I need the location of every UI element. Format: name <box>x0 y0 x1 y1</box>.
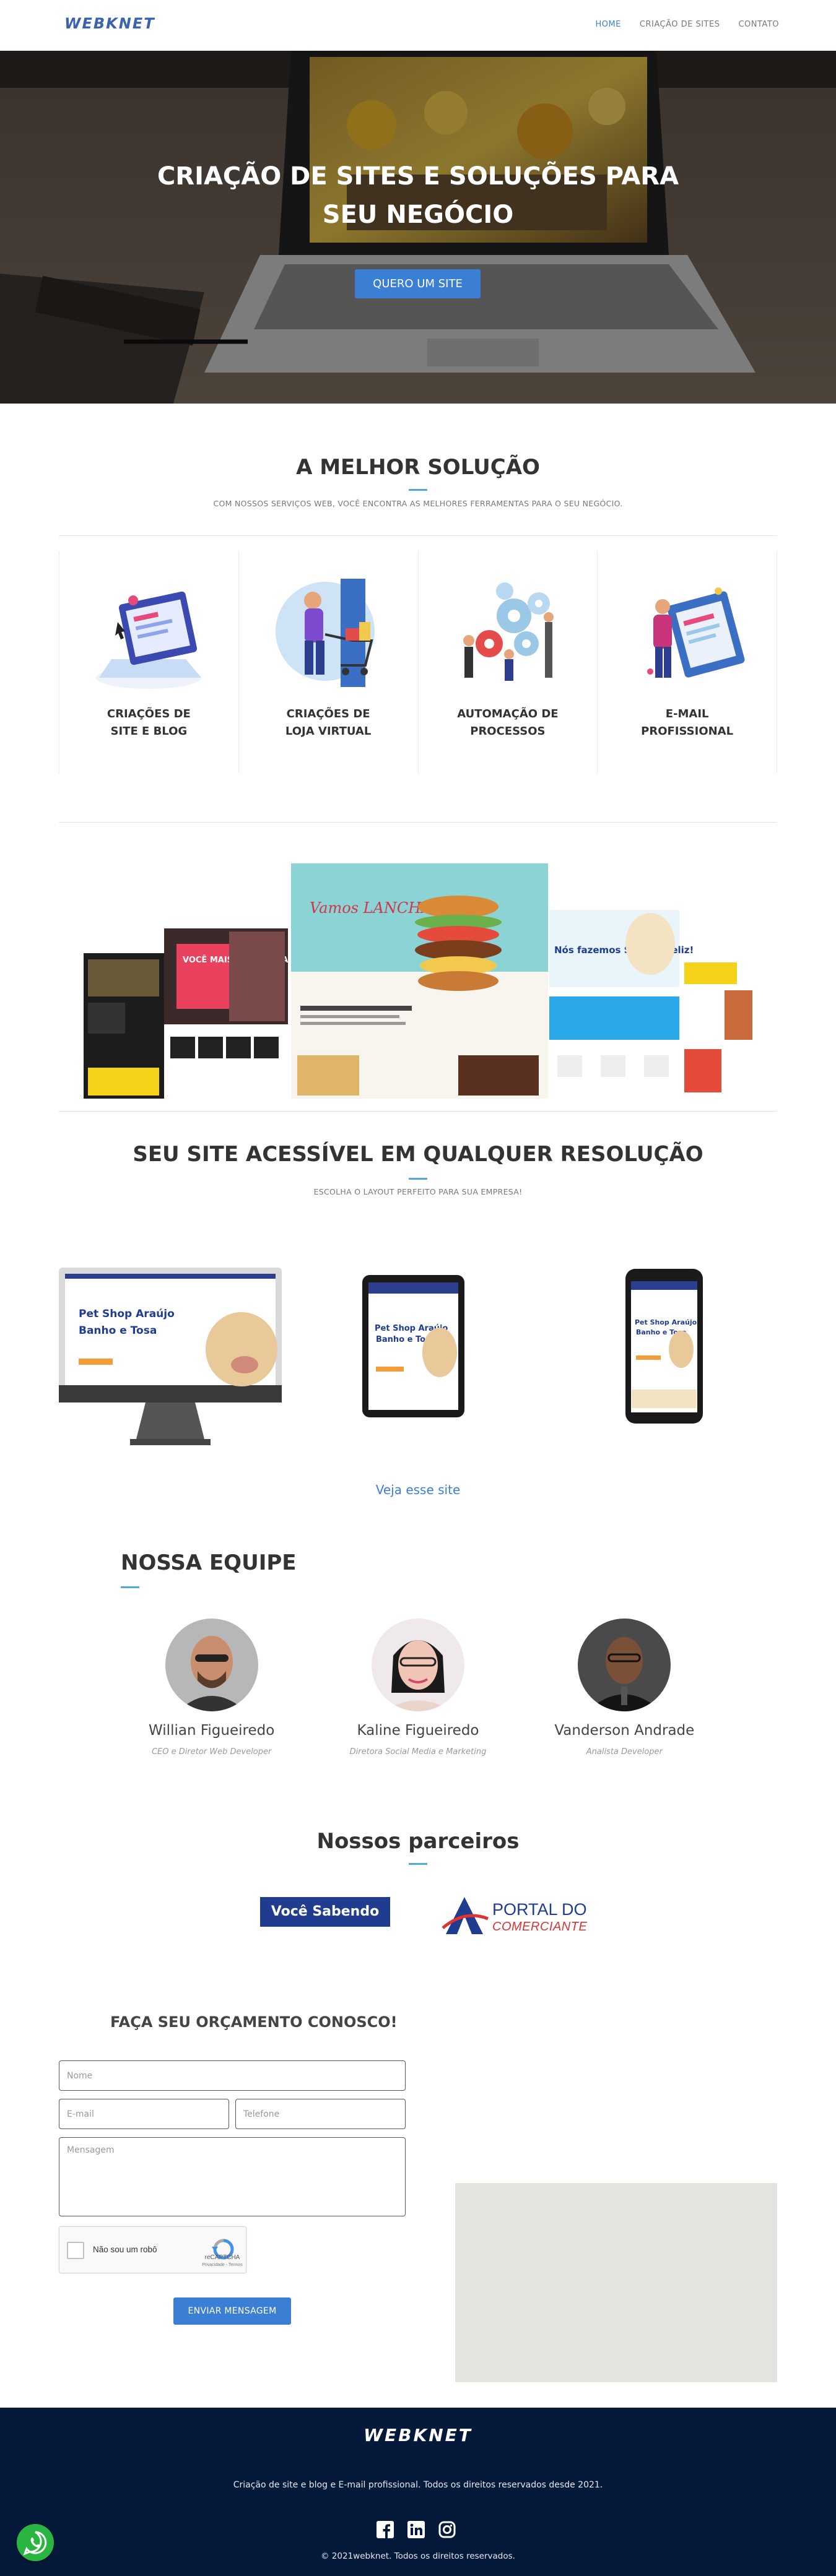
logo[interactable]: WEBKNET <box>64 15 155 32</box>
phone-input[interactable] <box>235 2099 406 2129</box>
phone-title-1: Pet Shop Araújo <box>635 1318 697 1326</box>
solutions-subtitle: COM NOSSOS SERVIÇOS WEB, VOCÊ ENCONTRA A… <box>213 499 623 508</box>
partner-portal-do-comerciante-logo[interactable]: PORTAL DO COMERCIANTE <box>440 1894 588 1937</box>
quero-um-site-button[interactable]: QUERO UM SITE <box>355 269 481 298</box>
responsive-subtitle: ESCOLHA O LAYOUT PERFEITO PARA SUA EMPRE… <box>313 1187 523 1196</box>
monitor-title-1: Pet Shop Araújo <box>79 1308 175 1320</box>
partner-name-line1: PORTAL DO <box>492 1900 587 1919</box>
service-automacao[interactable]: AUTOMAÇÃO DE PROCESSOS <box>417 551 598 774</box>
monitor-title-2: Banho e Tosa <box>79 1325 157 1337</box>
team-list: Willian Figueiredo CEO e Diretor Web Dev… <box>108 1619 728 1767</box>
nav-criacao-de-sites[interactable]: CRIAÇÃO DE SITES <box>640 20 720 29</box>
solutions-title: A MELHOR SOLUÇÃO <box>296 455 540 480</box>
title-underline <box>121 1586 139 1588</box>
title-underline <box>409 489 427 491</box>
title-underline <box>409 1863 427 1865</box>
map-embed[interactable] <box>455 2183 777 2382</box>
member-name: Willian Figueiredo <box>149 1722 275 1739</box>
gears-automation-illustration <box>463 582 554 681</box>
email-illustration <box>647 587 745 678</box>
nav-links: HOME CRIAÇÃO DE SITES CONTATO <box>595 20 779 29</box>
website-mockups-collage: VOCÊ MAIS FORTE AMANHÃ! Vamos LANCHAR Nó… <box>84 863 754 1099</box>
service-site-blog[interactable]: CRIAÇÕES DE SITE E BLOG <box>59 551 238 774</box>
avatar <box>578 1619 671 1711</box>
avatar <box>371 1619 464 1711</box>
contact-title: FAÇA SEU ORÇAMENTO CONOSCO! <box>110 2013 398 2031</box>
laptop-blog-illustration <box>96 591 202 689</box>
recaptcha-widget: Não sou um robô reCAPTCHA Privacidade - … <box>59 2226 246 2273</box>
divider <box>59 535 777 536</box>
team-member: Willian Figueiredo CEO e Diretor Web Dev… <box>108 1619 315 1767</box>
partner-name-line2: COMERCIANTE <box>492 1920 588 1934</box>
recaptcha-label: Não sou um robô <box>93 2245 157 2254</box>
service-label: E-MAIL PROFISSIONAL <box>641 707 734 738</box>
hero-title: CRIAÇÃO DE SITES E SOLUÇÕES PARA SEU NEG… <box>157 162 679 229</box>
service-email[interactable]: E-MAIL PROFISSIONAL <box>597 551 777 774</box>
partner-voce-sabendo-logo[interactable]: Você Sabendo <box>260 1897 390 1927</box>
whatsapp-icon[interactable] <box>17 2524 54 2561</box>
recaptcha-checkbox[interactable] <box>67 2242 84 2259</box>
footer-copyright: © 2021webknet. Todos os direitos reserva… <box>321 2551 515 2561</box>
portal-logo-mark <box>442 1897 489 1934</box>
footer: WEBKNET Criação de site e blog e E-mail … <box>0 2408 836 2576</box>
nav-contato[interactable]: CONTATO <box>738 20 779 29</box>
team-title: NOSSA EQUIPE <box>121 1550 297 1575</box>
responsive-devices: Pet Shop Araújo Banho e Tosa Pet Shop Ar… <box>59 1268 703 1445</box>
member-name: Kaline Figueiredo <box>357 1722 479 1739</box>
divider <box>59 1111 777 1112</box>
hero: CRIAÇÃO DE SITES E SOLUÇÕES PARA SEU NEG… <box>0 51 836 404</box>
member-role: Diretora Social Media e Marketing <box>349 1747 487 1757</box>
service-label: CRIAÇÕES DE LOJA VIRTUAL <box>285 707 372 738</box>
shopping-cart-illustration <box>276 579 375 687</box>
services-grid: CRIAÇÕES DE SITE E BLOG CRIAÇÕES DE LOJA… <box>59 551 777 774</box>
facebook-icon[interactable] <box>377 2521 394 2538</box>
service-label: CRIAÇÕES DE SITE E BLOG <box>107 707 191 738</box>
service-loja-virtual[interactable]: CRIAÇÕES DE LOJA VIRTUAL <box>238 551 418 774</box>
footer-logo: WEBKNET <box>364 2425 472 2445</box>
recaptcha-terms[interactable]: Privacidade - Termos <box>201 2263 244 2267</box>
team-member: Kaline Figueiredo Diretora Social Media … <box>315 1619 521 1767</box>
veja-esse-site-link[interactable]: Veja esse site <box>0 1482 836 1497</box>
avatar <box>165 1619 258 1711</box>
tablet: Pet Shop Araújo Banho e Tosa <box>362 1275 464 1417</box>
recaptcha-brand: reCAPTCHA <box>204 2254 240 2261</box>
responsive-title: SEU SITE ACESSÍVEL EM QUALQUER RESOLUÇÃO <box>133 1142 703 1167</box>
desktop-monitor: Pet Shop Araújo Banho e Tosa <box>59 1268 282 1445</box>
instagram-icon[interactable] <box>438 2521 456 2538</box>
navbar: WEBKNET HOME CRIAÇÃO DE SITES CONTATO <box>0 0 836 51</box>
member-role: Analista Developer <box>586 1747 663 1757</box>
service-label: AUTOMAÇÃO DE PROCESSOS <box>457 707 559 738</box>
linkedin-icon[interactable] <box>407 2521 425 2538</box>
message-textarea[interactable] <box>59 2137 406 2216</box>
name-input[interactable] <box>59 2060 406 2091</box>
enviar-mensagem-button[interactable]: ENVIAR MENSAGEM <box>173 2297 291 2325</box>
smartphone: Pet Shop Araújo Banho e Tosa <box>625 1269 703 1424</box>
partners-title: Nossos parceiros <box>316 1829 520 1854</box>
member-name: Vanderson Andrade <box>554 1722 695 1739</box>
email-input[interactable] <box>59 2099 229 2129</box>
nav-home[interactable]: HOME <box>595 20 620 29</box>
title-underline <box>409 1178 427 1180</box>
member-role: CEO e Diretor Web Developer <box>151 1747 272 1757</box>
team-member: Vanderson Andrade Analista Developer <box>521 1619 728 1767</box>
footer-socials <box>377 2521 456 2538</box>
footer-text: Criação de site e blog e E-mail profissi… <box>233 2480 603 2490</box>
divider <box>59 822 777 823</box>
